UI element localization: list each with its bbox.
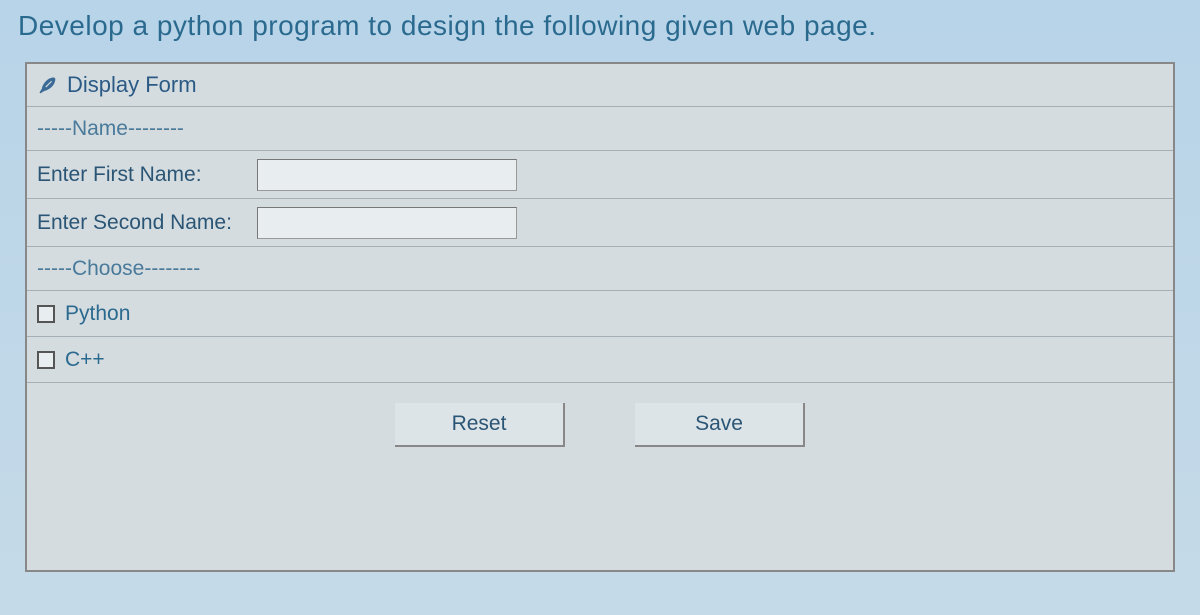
first-name-label: Enter First Name:	[37, 163, 257, 187]
cpp-checkbox-label: C++	[65, 348, 105, 372]
second-name-label: Enter Second Name:	[37, 211, 257, 235]
window-title-text: Display Form	[67, 72, 197, 98]
choose-section-header: -----Choose--------	[27, 246, 1173, 290]
cpp-checkbox[interactable]	[37, 351, 55, 369]
checkbox-row-cpp: C++	[27, 336, 1173, 382]
checkbox-row-python: Python	[27, 290, 1173, 336]
first-name-input[interactable]	[257, 159, 517, 191]
question-prompt: Develop a python program to design the f…	[0, 0, 1200, 57]
save-button[interactable]: Save	[635, 403, 805, 447]
python-checkbox-label: Python	[65, 302, 130, 326]
second-name-input[interactable]	[257, 207, 517, 239]
python-checkbox[interactable]	[37, 305, 55, 323]
second-name-row: Enter Second Name:	[27, 198, 1173, 246]
first-name-row: Enter First Name:	[27, 150, 1173, 198]
name-section-header: -----Name--------	[27, 106, 1173, 150]
feather-icon	[37, 73, 57, 97]
form-window: Display Form -----Name-------- Enter Fir…	[25, 62, 1175, 572]
window-title-bar: Display Form	[27, 64, 1173, 106]
button-row: Reset Save	[27, 382, 1173, 467]
reset-button[interactable]: Reset	[395, 403, 565, 447]
